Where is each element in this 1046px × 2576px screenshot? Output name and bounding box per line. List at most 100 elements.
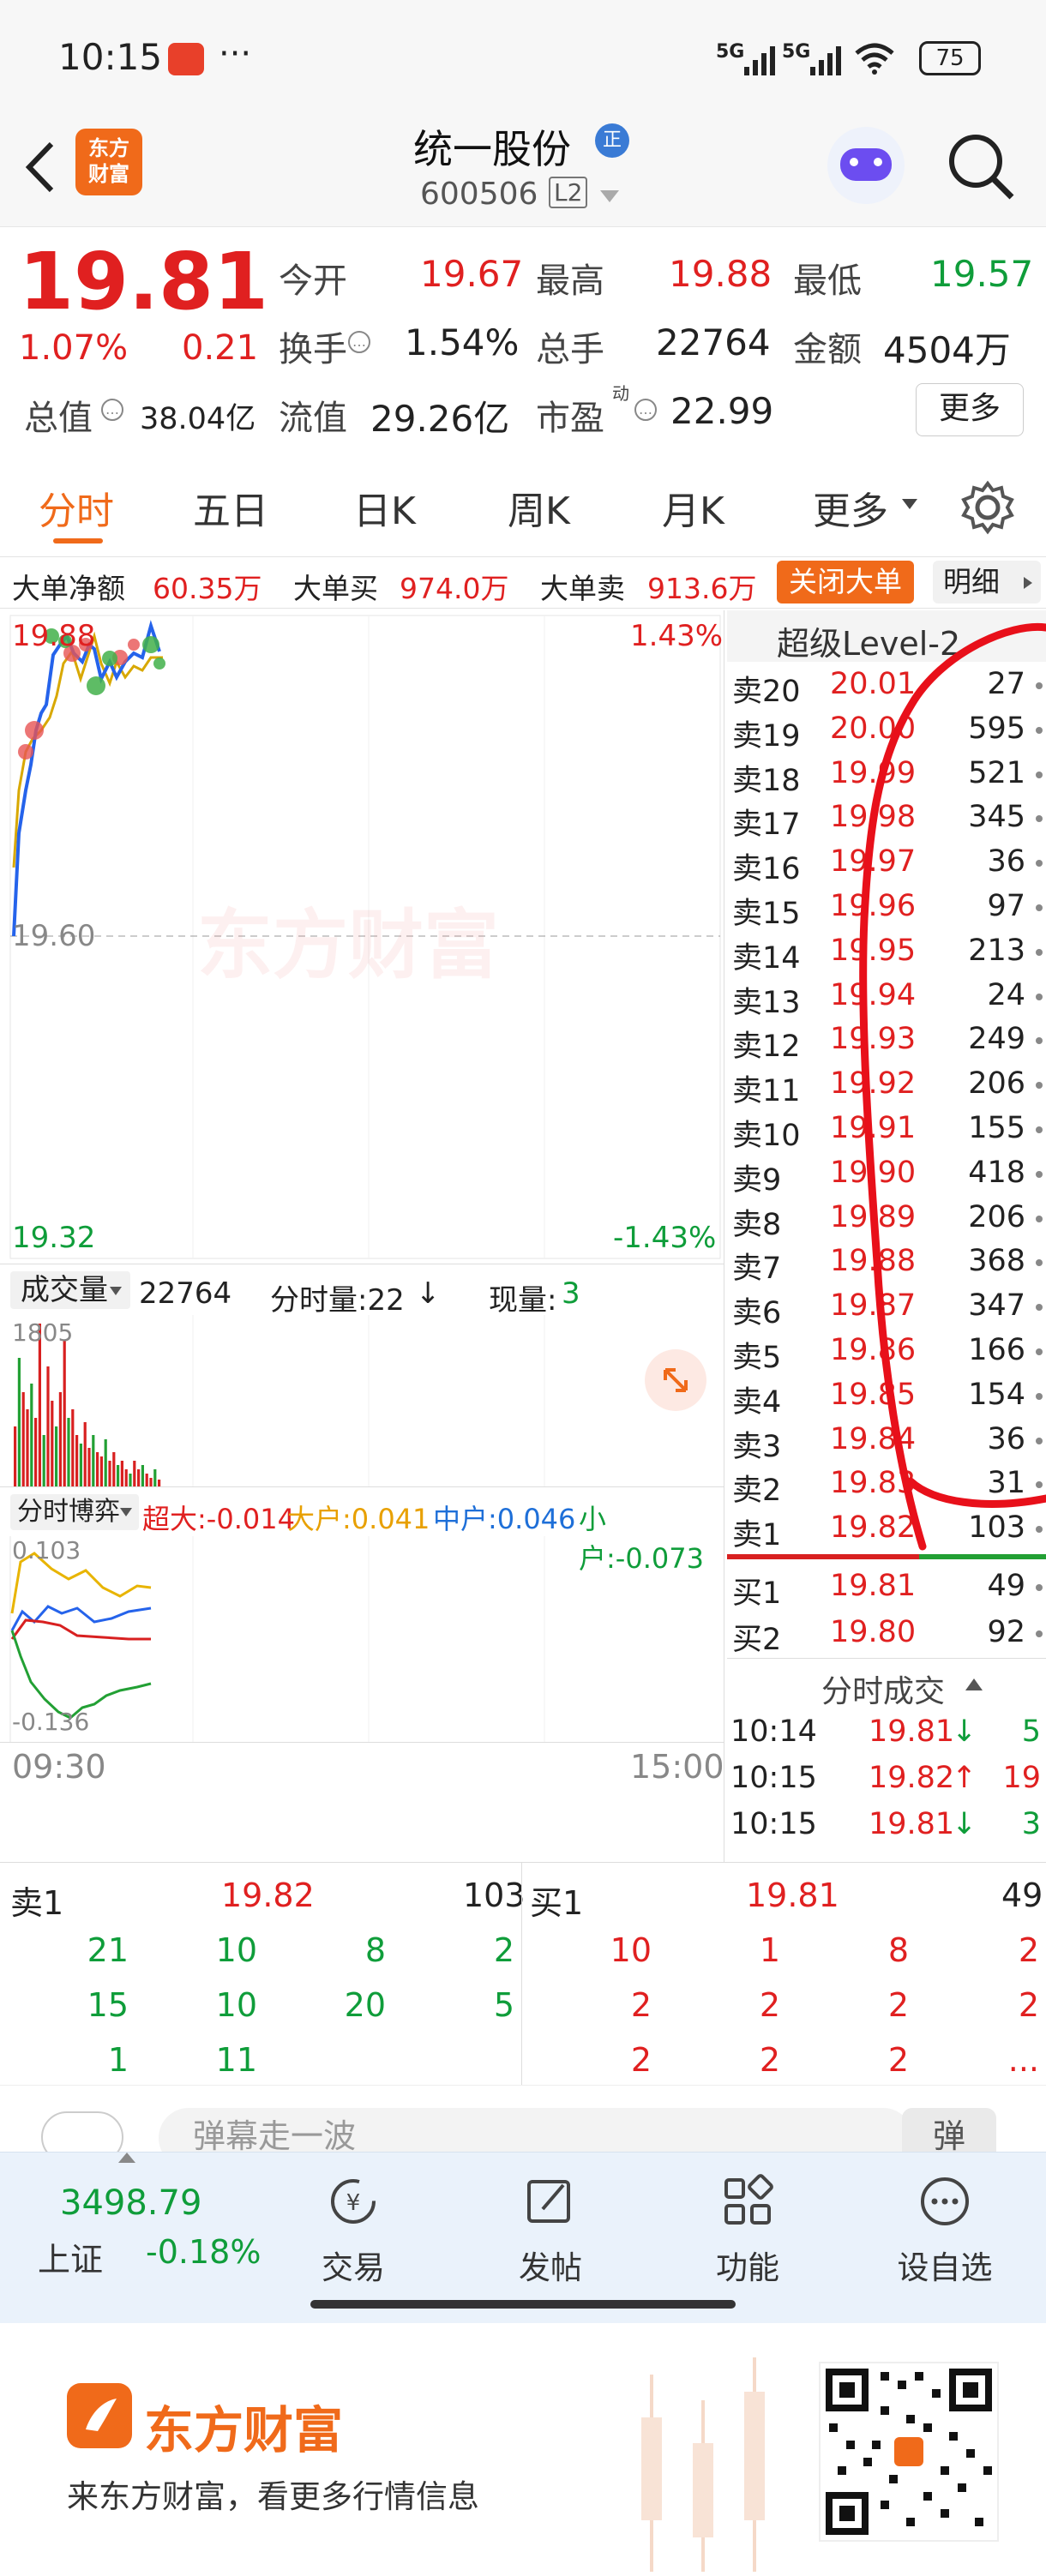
volume-bar [153,1469,157,1486]
mktcap-info-icon[interactable]: … [101,399,123,421]
volume-bar [129,1474,132,1486]
volume-dropdown-icon [110,1287,122,1295]
tick-price: 19.81 [869,1714,955,1749]
volume-label: 总手 [536,330,604,369]
queue-buy-cell: 2 [630,1986,652,2024]
mid-holder-line [10,1605,152,1631]
queue-sell-cell: 10 [215,1986,257,2024]
index-name[interactable]: 上证 [38,2233,103,2280]
tab-daily-k[interactable]: 日K [353,480,416,535]
search-icon[interactable] [943,129,1020,206]
volume-selector[interactable]: 成交量 [10,1271,130,1309]
svg-text:¥: ¥ [346,2190,361,2216]
volume-bar [46,1366,50,1486]
volume-chart-svg [14,1315,545,1486]
level2-badge: L2 [549,177,588,208]
footer-brand: 东方财富 [144,2401,344,2459]
signal-5g-2: 5G [782,41,811,63]
tick-price: 19.81 [869,1807,955,1841]
queue-buy-cell: 10 [610,1931,652,1969]
chart-area: 东方财富 19.88 1.43% 19.60 19.32 -1.43% 成交量 … [0,610,724,1862]
index-change[interactable]: -0.18% [146,2233,261,2271]
expand-chart-button[interactable] [645,1349,706,1411]
pct-axis-low: -1.43% [613,1221,717,1255]
queue-sell-cell: 5 [493,1986,514,2024]
tick-direction-icon: ↑ [952,1761,977,1795]
detail-button[interactable]: 明细 [933,561,1041,603]
buy-order-row[interactable]: 买2 19.80 92 [727,1610,1046,1657]
tab-weekly-k[interactable]: 周K [508,480,570,535]
tab-five-day[interactable]: 五日 [193,480,268,535]
turnover-info-icon[interactable]: … [348,331,370,353]
split-volume-arrow: ↓ [416,1276,441,1311]
queue-sell-cell: 8 [364,1931,386,1969]
volume-chart[interactable]: 1805 [0,1315,724,1486]
queue-buy-cell: 8 [887,1931,909,1969]
high-label: 最高 [536,261,604,301]
status-time: 10:15 [58,36,163,78]
nav-functions[interactable]: 功能 [679,2173,816,2288]
code-dropdown-icon[interactable] [600,190,619,202]
detail-button-label: 明细 [943,565,1000,598]
volume-bar [158,1480,161,1486]
tick-row: 10:15 19.82 ↑ 19 [727,1756,1046,1800]
pe-label: 市盈 [536,399,604,438]
stock-name: 统一股份 [413,126,571,172]
expand-icon [664,1368,688,1392]
home-indicator[interactable] [310,2300,736,2309]
game-dropdown-icon [120,1508,132,1516]
tab-monthly-k[interactable]: 月K [662,480,724,535]
eastmoney-logo[interactable]: 东方 财富 [75,129,142,195]
buy-volume: 92 [987,1615,1025,1649]
queue-buy-cell: 2 [1018,1986,1039,2024]
tick-direction-icon: ↓ [952,1714,977,1749]
nav-watchlist[interactable]: 设自选 [876,2173,1013,2288]
volume-bar [42,1435,45,1486]
volume-bar [149,1478,153,1486]
low-label: 最低 [793,261,862,301]
pe-info-icon[interactable]: … [634,399,657,421]
queue-sell-total: 103 [463,1876,526,1914]
app-notification-icon [168,43,204,75]
tick-row: 10:15 19.81 ↓ 3 [727,1802,1046,1846]
volume-bar [137,1469,141,1486]
pe-superscript: 动 [612,383,629,404]
queue-buy-price: 19.81 [746,1876,839,1914]
tick-time: 10:14 [730,1714,817,1749]
queue-buy-cell: 2 [759,1986,780,2024]
queue-buy-cell: 1 [759,1931,780,1969]
volume-bar [51,1401,54,1486]
tab-intraday[interactable]: 分时 [39,480,114,535]
close-big-order-button[interactable]: 关闭大单 [777,561,914,603]
index-value[interactable]: 3498.79 [60,2183,201,2223]
volume-bar [133,1461,136,1486]
volume-bar [58,1392,62,1486]
price-chart[interactable]: 东方财富 19.88 1.43% 19.60 19.32 -1.43% [0,610,724,1264]
small-holder-line [10,1630,152,1720]
ticks-title[interactable]: 分时成交 [821,1666,945,1711]
nav-trade[interactable]: ¥ 交易 [285,2173,422,2288]
game-header: 分时博弈 超大:-0.014 大户:0.041 中户:0.046 小户:-0.0… [0,1486,724,1575]
turnover-value: 1.54% [405,321,520,363]
more-button[interactable]: 更多 [916,383,1024,436]
bottom-navigation: 3498.79 上证 -0.18% ¥ 交易 发帖 功能 设自选 [0,2152,1046,2323]
robot-assistant-icon[interactable] [827,127,905,204]
battery-icon: 75 [919,41,981,75]
game-chart[interactable]: 0.103 -0.136 [0,1536,724,1742]
back-arrow-icon[interactable] [19,137,62,197]
settings-gear-icon[interactable] [960,480,1015,535]
amount-label: 金额 [793,330,862,369]
game-selector[interactable]: 分时博弈 [10,1494,139,1530]
tab-more[interactable]: 更多 [813,480,888,535]
buy-level-label: 买2 [732,1623,782,1657]
volume-bar [141,1465,144,1486]
signal-5g-1: 5G [716,41,745,63]
amount-value: 4504万 [883,329,1011,371]
game-axis-min: -0.136 [12,1708,90,1736]
game-selector-label: 分时博弈 [17,1497,120,1527]
nav-post[interactable]: 发帖 [482,2173,619,2288]
large-holder-value: 大户:0.041 [287,1503,430,1535]
quote-panel: 19.81 1.07% 0.21 今开 19.67 最高 19.88 最低 19… [0,227,1046,450]
time-end: 15:00 [630,1748,724,1786]
queue-buy-cell: 2 [887,1986,909,2024]
